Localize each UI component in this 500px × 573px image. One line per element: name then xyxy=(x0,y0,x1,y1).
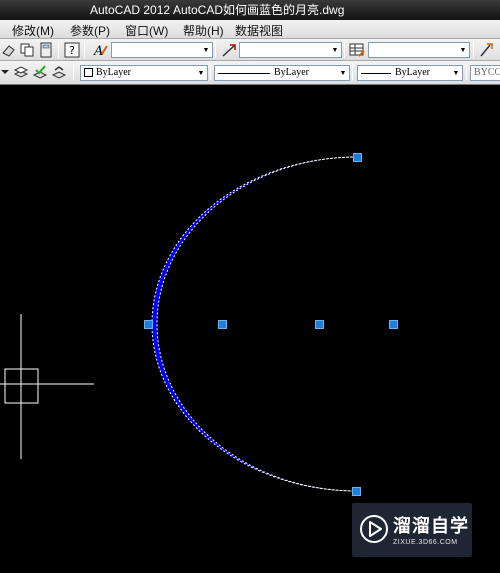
layer-states-icon[interactable] xyxy=(13,64,29,80)
chevron-down-icon: ▼ xyxy=(452,69,460,77)
color-control-select[interactable]: ByLayer ▼ xyxy=(80,65,208,81)
toolbar-separator xyxy=(466,64,467,80)
crosshair-cursor xyxy=(0,314,94,459)
app-title: AutoCAD 2012 xyxy=(90,3,171,17)
menu-window[interactable]: 窗口(W) xyxy=(125,22,168,38)
linetype-preview xyxy=(218,73,270,74)
toolbar-separator xyxy=(352,64,353,80)
file-title: AutoCAD如何画蓝色的月亮.dwg xyxy=(173,3,345,17)
linetype-control-select[interactable]: ByLayer ▼ xyxy=(214,65,350,81)
grip-inner-quadrant[interactable] xyxy=(218,320,227,329)
dimension-style-icon[interactable] xyxy=(221,42,237,58)
dimension-style-select[interactable]: ▼ xyxy=(239,42,342,58)
title-bar: AutoCAD 2012 AutoCAD如何画蓝色的月亮.dwg xyxy=(0,0,500,20)
color-value: ByLayer xyxy=(96,67,131,78)
grip-bottom[interactable] xyxy=(352,487,361,496)
eraser-icon[interactable] xyxy=(1,42,17,58)
play-logo-icon xyxy=(360,515,388,543)
multileader-style-icon[interactable] xyxy=(478,42,494,58)
color-swatch xyxy=(84,68,93,77)
chevron-down-icon: ▼ xyxy=(197,69,205,77)
chevron-down-icon: ▼ xyxy=(202,46,210,54)
plotstyle-control-select[interactable]: BYCOL xyxy=(470,65,500,81)
svg-text:A: A xyxy=(93,44,103,58)
chevron-down-icon[interactable] xyxy=(0,64,10,80)
chevron-down-icon: ▼ xyxy=(331,46,339,54)
copy-icon[interactable] xyxy=(19,42,35,58)
grip-inner-center[interactable] xyxy=(315,320,324,329)
table-style-select[interactable]: ▼ xyxy=(368,42,470,58)
properties-toolbar: ByLayer ▼ ByLayer ▼ ByLayer ▼ BYCOL xyxy=(0,61,500,85)
svg-text:?: ? xyxy=(69,44,75,57)
menu-parameters[interactable]: 参数(P) xyxy=(70,22,110,38)
chevron-down-icon: ▼ xyxy=(339,69,347,77)
plotstyle-value: BYCOL xyxy=(474,67,500,78)
toolbar-separator xyxy=(58,42,59,58)
standard-toolbar: ? A ▼ ▼ ▼ xyxy=(0,39,500,61)
moon-shape xyxy=(151,156,358,492)
watermark-subtitle: ZIXUE.3D66.COM xyxy=(393,539,458,546)
grip-left-quadrant[interactable] xyxy=(144,320,153,329)
table-style-icon[interactable] xyxy=(349,42,365,58)
drawing-area[interactable] xyxy=(0,86,500,573)
toolbar-separator xyxy=(84,42,85,58)
text-style-icon[interactable]: A xyxy=(92,42,108,58)
lineweight-control-select[interactable]: ByLayer ▼ xyxy=(357,65,463,81)
toolbar-separator xyxy=(344,42,345,58)
lineweight-preview xyxy=(361,73,391,74)
toolbar-separator xyxy=(473,42,474,58)
menu-dataview[interactable]: 数据视图 xyxy=(235,22,283,38)
grip-outer-center[interactable] xyxy=(389,320,398,329)
watermark-title: 溜溜自学 xyxy=(393,516,469,536)
drawing-canvas[interactable] xyxy=(0,86,500,573)
toolbar-separator xyxy=(210,64,211,80)
layer-previous-icon[interactable] xyxy=(51,64,67,80)
menu-modify[interactable]: 修改(M) xyxy=(12,22,54,38)
toolbar-separator xyxy=(73,64,74,80)
text-style-select[interactable]: ▼ xyxy=(111,42,213,58)
calculator-icon[interactable] xyxy=(38,42,54,58)
grip-top[interactable] xyxy=(353,153,362,162)
make-object-layer-current-icon[interactable] xyxy=(32,64,48,80)
menu-bar: 修改(M) 参数(P) 窗口(W) 帮助(H) 数据视图 xyxy=(0,20,500,39)
lineweight-value: ByLayer xyxy=(395,67,430,78)
linetype-value: ByLayer xyxy=(274,67,309,78)
chevron-down-icon: ▼ xyxy=(459,46,467,54)
toolbar-separator xyxy=(215,42,216,58)
menu-help[interactable]: 帮助(H) xyxy=(183,22,224,38)
watermark: 溜溜自学 ZIXUE.3D66.COM xyxy=(352,503,472,557)
help-icon[interactable]: ? xyxy=(64,42,80,58)
